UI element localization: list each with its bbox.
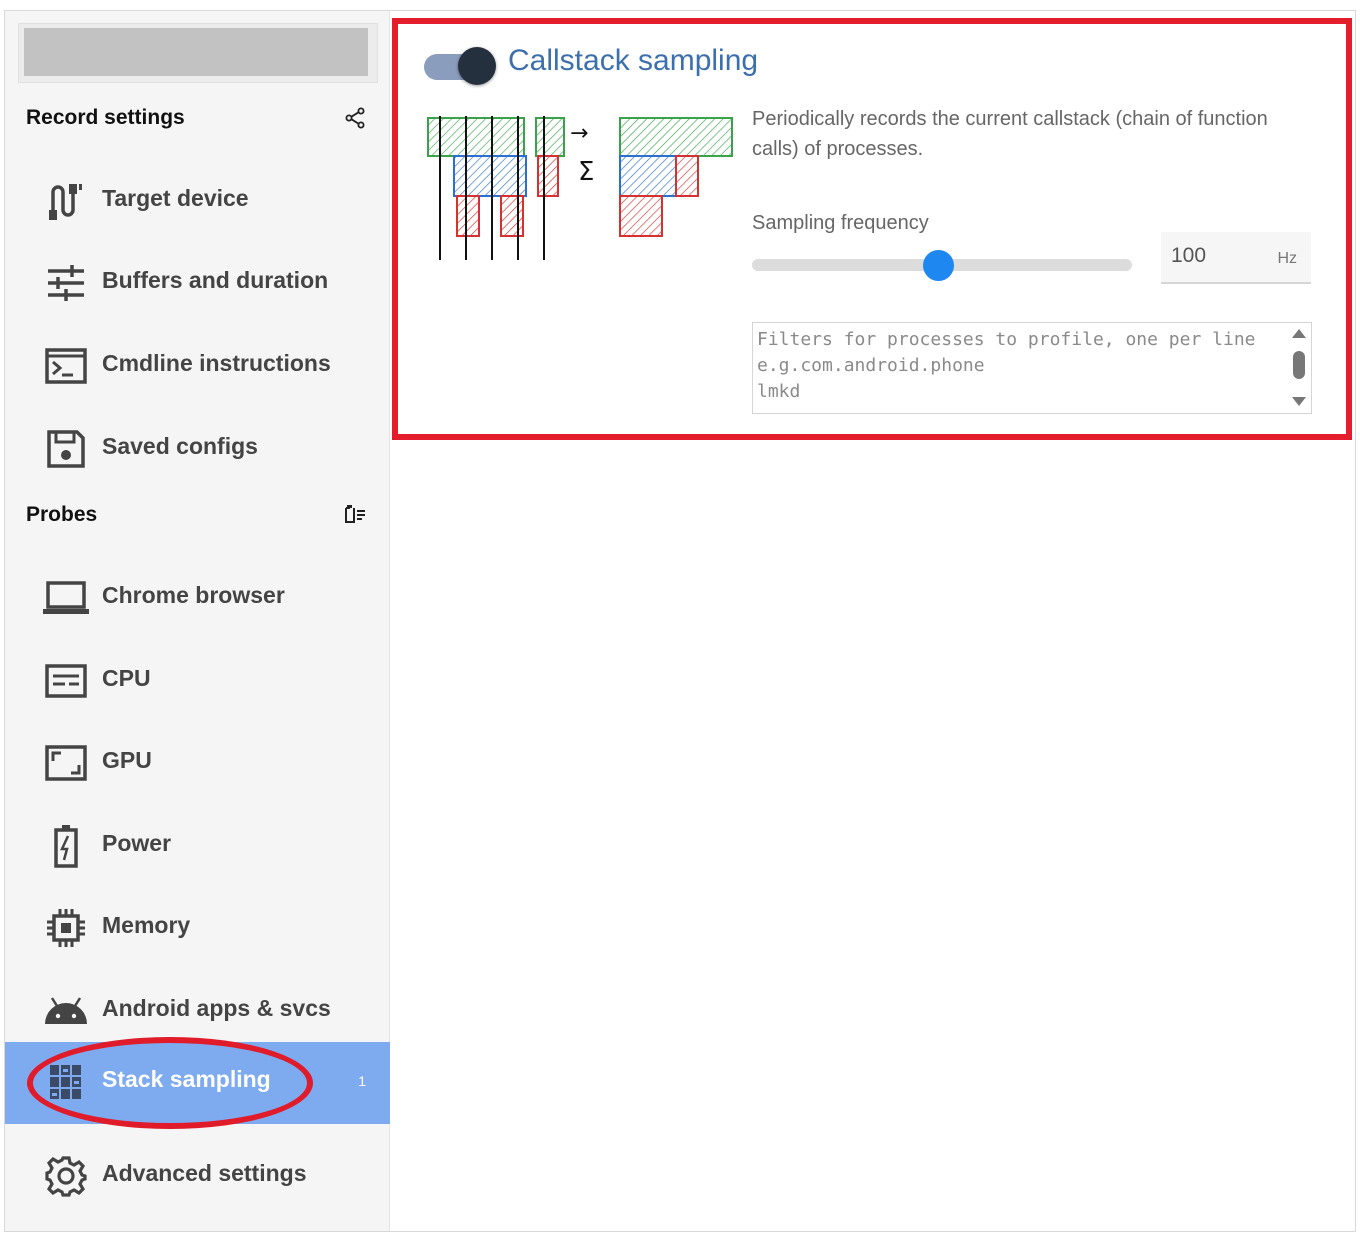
usb-cable-icon	[41, 176, 91, 226]
scroll-up-icon[interactable]	[1292, 329, 1306, 338]
sidebar-item-label: Power	[102, 830, 172, 856]
cpu-icon	[41, 656, 91, 706]
sidebar-item-cpu[interactable]: CPU	[5, 641, 390, 723]
card-title: Callstack sampling	[508, 44, 759, 77]
sidebar-item-gpu[interactable]: GPU	[5, 723, 390, 805]
process-filters-text: Filters for processes to profile, one pe…	[757, 329, 1256, 402]
sidebar-item-target-device[interactable]: Target device	[5, 161, 390, 243]
android-icon	[41, 986, 91, 1036]
callstack-sampling-card: Callstack sampling → Σ Periodically reco…	[392, 18, 1352, 440]
sampling-frequency-slider-thumb[interactable]	[922, 250, 954, 281]
process-filters-textarea[interactable]: Filters for processes to profile, one pe…	[752, 322, 1312, 414]
sidebar-item-power[interactable]: Power	[5, 806, 390, 888]
callstack-diagram: → Σ	[427, 116, 733, 260]
sidebar-item-saved-configs[interactable]: Saved configs	[5, 409, 390, 491]
logo-area	[18, 23, 378, 83]
arrow-symbol: →	[570, 121, 588, 146]
clear-all-icon[interactable]	[343, 503, 367, 527]
sidebar-item-label: Android apps & svcs	[102, 995, 331, 1021]
battery-charging-icon	[41, 821, 91, 871]
sidebar-item-label: Buffers and duration	[102, 267, 329, 293]
sampling-frequency-input[interactable]: 100 Hz	[1161, 232, 1311, 284]
sampling-frequency-label: Sampling frequency	[752, 212, 929, 234]
sidebar-item-cmdline-instructions[interactable]: Cmdline instructions	[5, 326, 390, 408]
probes-header: Probes	[26, 500, 371, 530]
textarea-scrollbar[interactable]	[1291, 327, 1307, 409]
sidebar-item-label: CPU	[102, 665, 151, 691]
sidebar-item-label: Saved configs	[102, 433, 258, 459]
sidebar-item-buffers-and-duration[interactable]: Buffers and duration	[5, 243, 390, 325]
record-settings-header: Record settings	[26, 103, 371, 133]
sidebar-item-label: Cmdline instructions	[102, 350, 331, 376]
sampling-frequency-value: 100	[1171, 244, 1207, 267]
sampling-frequency-unit: Hz	[1277, 250, 1297, 267]
sidebar-item-label: Memory	[102, 912, 191, 938]
share-icon[interactable]	[343, 106, 367, 130]
highlight-circle	[27, 1037, 313, 1129]
sidebar-item-label: Advanced settings	[102, 1160, 307, 1186]
sigma-symbol: Σ	[578, 157, 594, 187]
sidebar-item-label: GPU	[102, 747, 152, 773]
terminal-icon	[41, 341, 91, 391]
laptop-icon	[41, 573, 91, 623]
settings-gear-icon	[41, 1151, 91, 1201]
sidebar-item-memory[interactable]: Memory	[5, 888, 390, 970]
probe-count-badge: 1	[358, 1073, 366, 1089]
sliders-icon	[41, 258, 91, 308]
callstack-sampling-toggle[interactable]	[424, 46, 496, 88]
memory-chip-icon	[41, 903, 91, 953]
sidebar-item-label: Target device	[102, 185, 249, 211]
sidebar-item-label: Chrome browser	[102, 582, 285, 608]
scroll-down-icon[interactable]	[1292, 397, 1306, 406]
toggle-knob	[458, 47, 496, 85]
sidebar-item-advanced-settings[interactable]: Advanced settings	[5, 1136, 390, 1218]
logo-placeholder	[24, 28, 368, 76]
probes-title: Probes	[26, 503, 98, 526]
save-icon	[41, 424, 91, 474]
gpu-icon	[41, 738, 91, 788]
record-settings-title: Record settings	[26, 106, 185, 129]
scroll-thumb[interactable]	[1293, 351, 1305, 379]
sidebar-item-chrome-browser[interactable]: Chrome browser	[5, 558, 390, 640]
card-description: Periodically records the current callsta…	[752, 108, 1268, 160]
